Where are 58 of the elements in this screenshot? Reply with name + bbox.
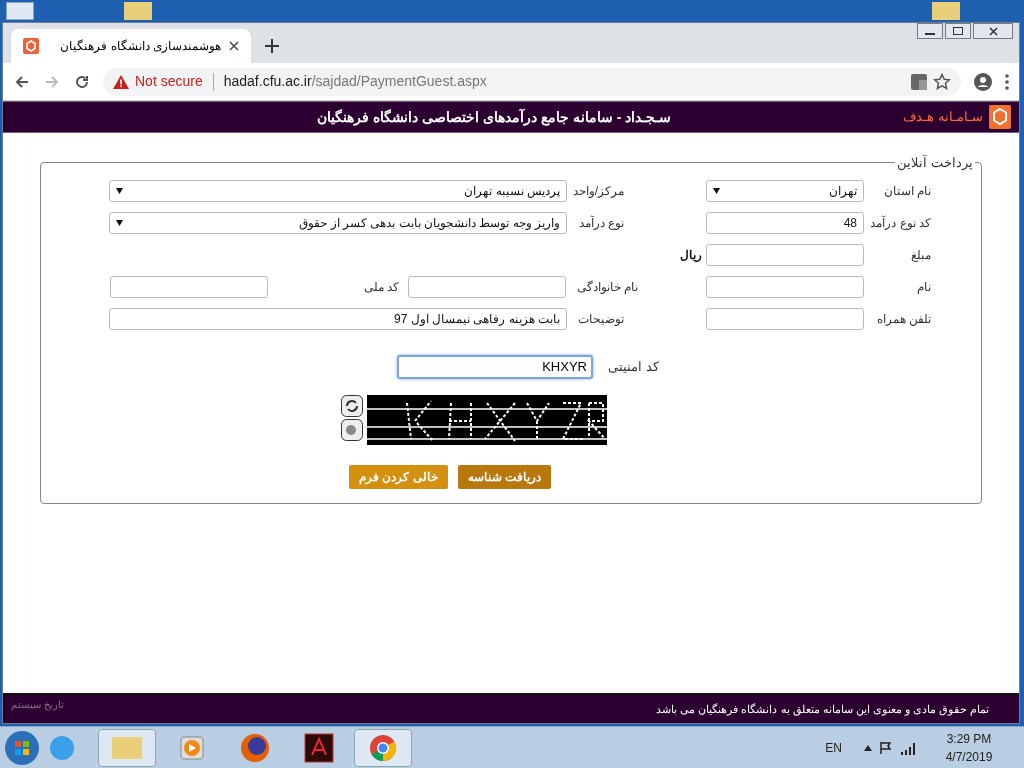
- tab-title: هوشمندسازی دانشگاه فرهنگیان: [59, 38, 221, 55]
- form-legend: پرداخت آنلاین: [895, 153, 975, 173]
- input-field[interactable]: [408, 275, 566, 298]
- copyright-text: تمام حقوق مادی و معنوی این سامانه متعلق به دانشگاه فرهنگیان می باشد: [656, 701, 989, 718]
- captcha-field[interactable]: KHXYR: [397, 354, 593, 379]
- submit-button[interactable]: دریافت شناسه: [457, 464, 551, 489]
- clock[interactable]: 3:29 PM 4/7/2019: [932, 729, 1006, 766]
- field-label: توضیحات: [577, 310, 624, 328]
- currency-label: ریال: [680, 246, 702, 264]
- chrome-icon: [369, 733, 397, 762]
- field-label: نوع درآمد: [577, 214, 624, 232]
- new-tab-icon[interactable]: [265, 39, 279, 53]
- url-text: hadaf.cfu.ac.ir/sajdad/PaymentGuest.aspx: [223, 72, 487, 91]
- security-label: Not secure: [135, 72, 203, 91]
- browser-tab[interactable]: هوشمندسازی دانشگاه فرهنگیان: [11, 29, 251, 63]
- close-window-icon[interactable]: [973, 23, 1013, 39]
- logo-text: سـامـانه هـدف: [903, 108, 983, 127]
- speaker-icon[interactable]: [341, 418, 363, 441]
- input-field[interactable]: [706, 275, 864, 298]
- account-icon[interactable]: [973, 71, 993, 92]
- site-logo-icon: [23, 38, 39, 54]
- field-label: تلفن همراه: [875, 310, 931, 328]
- warning-icon: [113, 74, 129, 89]
- input-field[interactable]: [706, 243, 864, 266]
- input-field[interactable]: [110, 275, 268, 298]
- dropdown-arrow-icon: [116, 187, 123, 194]
- chrome-button[interactable]: [354, 728, 412, 767]
- show-hidden-icon[interactable]: [864, 744, 872, 751]
- refresh-icon[interactable]: [341, 394, 363, 417]
- close-icon[interactable]: [229, 41, 239, 51]
- language-indicator[interactable]: EN: [825, 738, 842, 757]
- field-label: نام استان: [882, 182, 931, 200]
- field-label: نام خانوادگی: [575, 278, 638, 296]
- input-field[interactable]: [706, 307, 864, 330]
- dropdown[interactable]: واریز وجه توسط دانشجویان بابت بدهی کسر از حقوق: [109, 211, 567, 234]
- field-label: کد ملی: [363, 278, 401, 296]
- star-icon[interactable]: [933, 72, 951, 91]
- field-label: مرکز/واحد: [571, 182, 624, 200]
- flag-icon[interactable]: [878, 739, 894, 756]
- input-field[interactable]: 48: [706, 211, 864, 234]
- logo-icon: [989, 105, 1011, 129]
- dropdown[interactable]: تهران: [706, 179, 864, 202]
- input-field[interactable]: بابت هزینه رفاهی نیمسال اول 97: [109, 307, 567, 330]
- translate-icon[interactable]: [911, 73, 927, 90]
- maximize-icon[interactable]: [945, 23, 971, 39]
- dropdown-arrow-icon: [116, 219, 123, 226]
- dropdown[interactable]: پردیس نسیبه تهران: [109, 179, 567, 202]
- minimize-icon[interactable]: [917, 23, 943, 39]
- dropdown-arrow-icon: [713, 187, 720, 194]
- start-orb-icon[interactable]: [4, 729, 40, 766]
- system-date-label: تاریخ سیستم: [11, 698, 64, 712]
- field-label: نام: [916, 278, 931, 296]
- field-label: مبلغ: [910, 246, 931, 264]
- menu-icon[interactable]: [1005, 73, 1009, 90]
- field-label: کد نوع درآمد: [869, 214, 931, 232]
- address-bar[interactable]: Not secure hadaf.cfu.ac.ir/sajdad/PaymentGuest.aspx: [103, 67, 961, 96]
- header-title: سـجـداد - سامانه جامع درآمدهای اختصاصی دانشگاه فرهنگیان: [317, 107, 672, 128]
- field-label: کد امنیتی: [607, 357, 659, 376]
